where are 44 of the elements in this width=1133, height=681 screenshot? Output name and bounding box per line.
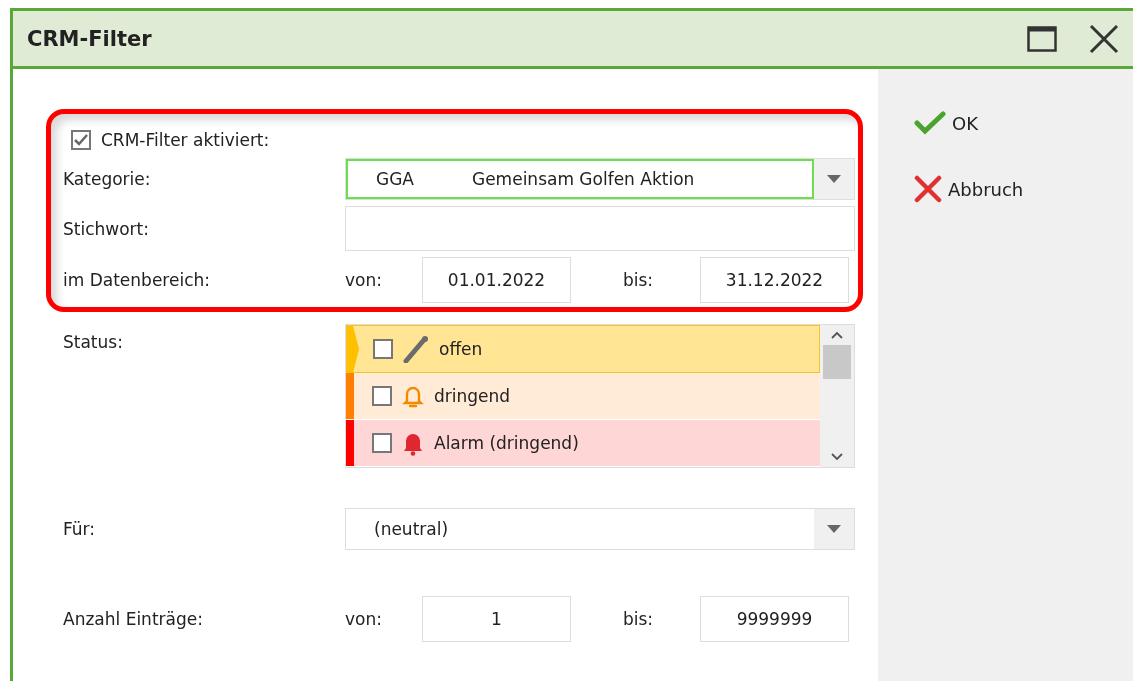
status-item[interactable]: dringend xyxy=(346,373,820,420)
field-label: Anzahl Einträge: xyxy=(63,609,204,629)
scroll-up-icon[interactable] xyxy=(831,331,843,339)
cancel-button[interactable]: Abbruch xyxy=(914,175,1133,203)
scroll-down-icon[interactable] xyxy=(831,453,843,461)
category-name: Gemeinsam Golfen Aktion xyxy=(472,169,695,189)
status-label: Alarm (dringend) xyxy=(434,433,579,453)
caret-icon xyxy=(827,525,841,533)
input-field[interactable] xyxy=(345,206,855,251)
from-label: von: xyxy=(345,270,383,290)
date-field[interactable]: 01.01.2022 xyxy=(422,257,571,303)
checkbox[interactable] xyxy=(373,339,393,359)
status-item[interactable]: Alarm (dringend) xyxy=(346,420,820,467)
for-dropdown[interactable]: (neutral) xyxy=(345,508,855,550)
field-label: Für: xyxy=(63,519,97,539)
checkbox[interactable] xyxy=(71,130,91,150)
field-label: Status: xyxy=(63,331,124,352)
pencil-icon xyxy=(403,335,429,363)
field-label: Kategorie: xyxy=(63,169,152,189)
checkbox[interactable] xyxy=(372,386,392,406)
dropdown-value: (neutral) xyxy=(374,519,449,539)
dropdown-button[interactable] xyxy=(814,509,854,549)
checkbox-label: CRM-Filter aktiviert: xyxy=(101,130,270,150)
status-item[interactable]: offen xyxy=(346,325,820,373)
checkmark-icon xyxy=(914,111,946,135)
number-field[interactable]: 1 xyxy=(422,596,571,642)
category-dropdown[interactable]: GGA Gemeinsam Golfen Aktion xyxy=(345,158,855,200)
field-label: Stichwort: xyxy=(63,218,150,239)
dropdown-button[interactable] xyxy=(814,159,854,199)
scrollbar-thumb[interactable] xyxy=(823,345,851,379)
status-label: dringend xyxy=(434,386,511,406)
field-label: im Datenbereich: xyxy=(63,270,211,290)
to-label: bis: xyxy=(623,609,655,629)
category-code: GGA xyxy=(376,169,414,189)
window-title: CRM-Filter xyxy=(27,26,153,51)
date-field[interactable]: 31.12.2022 xyxy=(700,257,849,303)
checkbox[interactable] xyxy=(372,433,392,453)
ok-button[interactable]: OK xyxy=(914,111,1133,135)
from-label: von: xyxy=(345,609,383,629)
to-label: bis: xyxy=(623,270,655,290)
caret-icon xyxy=(827,175,841,183)
status-label: offen xyxy=(439,339,483,359)
number-field[interactable]: 9999999 xyxy=(700,596,849,642)
close-icon xyxy=(914,175,942,203)
